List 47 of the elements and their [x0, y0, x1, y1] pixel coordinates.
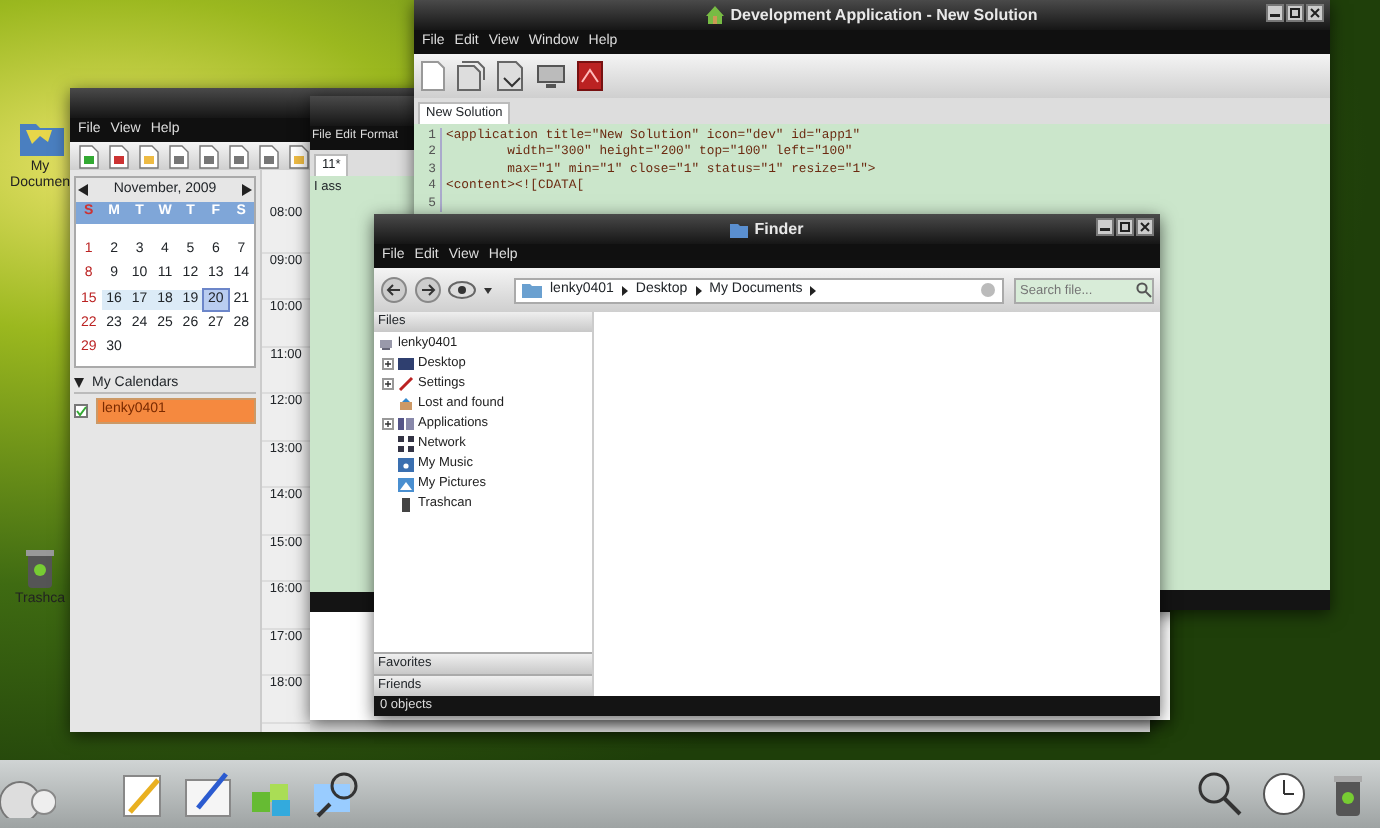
- expand-icon[interactable]: [382, 417, 394, 430]
- expand-icon[interactable]: [382, 377, 394, 390]
- network-icon: [398, 435, 414, 452]
- previous-month-icon[interactable]: [78, 184, 88, 197]
- monitor-icon[interactable]: [536, 60, 566, 92]
- document-icon[interactable]: [496, 60, 526, 92]
- window-title: Finder: [754, 219, 804, 239]
- document-icon[interactable]: [226, 143, 250, 169]
- chevron-icon: [621, 285, 628, 295]
- next-month-icon[interactable]: [242, 184, 252, 197]
- document-icon[interactable]: [256, 143, 280, 169]
- checked-checkbox[interactable]: [74, 403, 88, 418]
- search-icon: [1136, 282, 1152, 298]
- pictures-folder-icon: [398, 475, 414, 492]
- maximize-button[interactable]: [1286, 4, 1304, 22]
- close-button[interactable]: [1136, 218, 1154, 236]
- document-icon[interactable]: [286, 143, 310, 169]
- expanded-triangle-icon[interactable]: [74, 378, 84, 389]
- house-icon: [706, 6, 725, 24]
- expand-icon[interactable]: [382, 357, 394, 370]
- minimize-button[interactable]: [1096, 218, 1114, 236]
- book-icon[interactable]: [576, 60, 604, 92]
- monitor-icon: [398, 355, 414, 372]
- maximize-button[interactable]: [1116, 218, 1134, 236]
- view-button[interactable]: [448, 280, 492, 300]
- page-icon[interactable]: [420, 60, 446, 92]
- close-button[interactable]: [1306, 4, 1324, 22]
- eye-icon: [448, 280, 476, 300]
- music-folder-icon: [398, 455, 414, 472]
- document-icon[interactable]: [456, 60, 486, 92]
- folder-icon: [522, 282, 542, 298]
- folder-icon: [730, 220, 749, 238]
- minimize-button[interactable]: [1266, 4, 1284, 22]
- pen-and-paper-icon[interactable]: [182, 768, 234, 820]
- pen-icon: [398, 375, 414, 392]
- computer-icon: [378, 335, 394, 352]
- search-icon[interactable]: [1196, 770, 1244, 818]
- box-icon: [398, 395, 414, 412]
- clock-icon[interactable]: [1260, 770, 1308, 818]
- caret-icon: [484, 287, 492, 293]
- document-icon[interactable]: [196, 143, 220, 169]
- chevron-icon: [810, 285, 817, 295]
- document-icon[interactable]: [166, 143, 190, 169]
- chevron-icon: [695, 285, 702, 295]
- window-title: Development Application - New Solution: [730, 5, 1038, 25]
- magnifier-icon[interactable]: [310, 768, 362, 820]
- document-icon[interactable]: [106, 143, 130, 169]
